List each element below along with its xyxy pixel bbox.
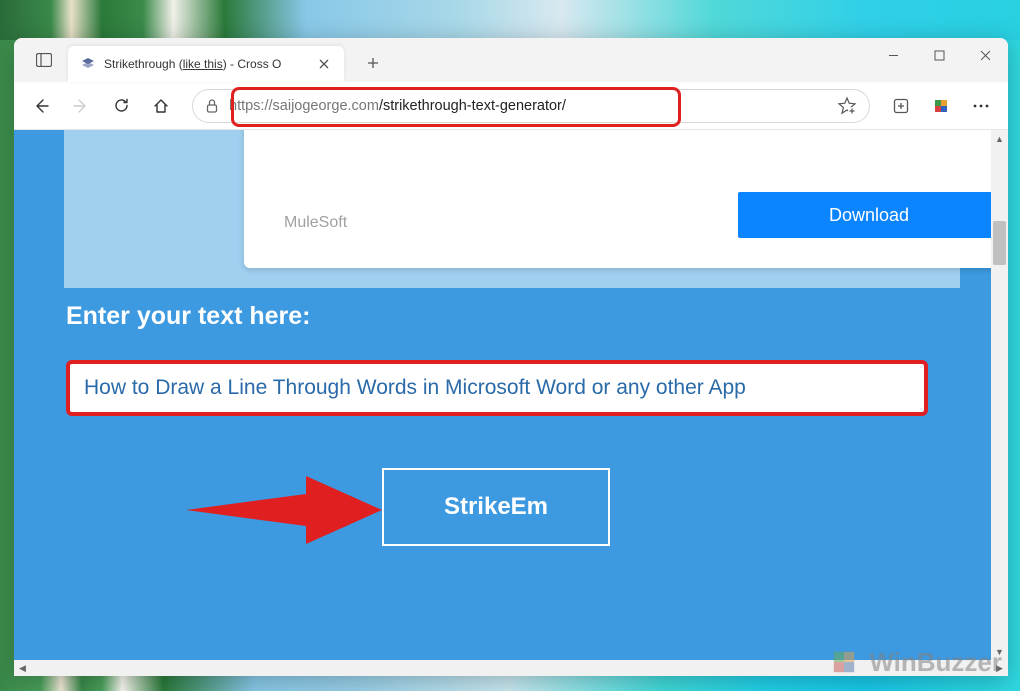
toolbar: https://saijogeorge.com/strikethrough-te… (14, 82, 1008, 130)
scroll-down-icon[interactable]: ▼ (991, 643, 1008, 660)
ad-card: MuleSoft Download (244, 130, 991, 268)
scroll-up-icon[interactable]: ▲ (991, 130, 1008, 147)
menu-button[interactable] (964, 89, 998, 123)
forward-button[interactable] (64, 89, 98, 123)
window-controls (870, 38, 1008, 72)
tab-close-button[interactable] (314, 54, 334, 74)
home-button[interactable] (144, 89, 178, 123)
ad-download-button[interactable]: Download (738, 192, 991, 238)
input-label: Enter your text here: (66, 302, 311, 331)
tab-title: Strikethrough (like this) - Cross O (104, 57, 310, 71)
vertical-scrollbar[interactable]: ▲ ▼ (991, 130, 1008, 660)
browser-tab[interactable]: Strikethrough (like this) - Cross O (68, 46, 344, 82)
close-window-button[interactable] (962, 38, 1008, 72)
refresh-button[interactable] (104, 89, 138, 123)
back-button[interactable] (24, 89, 58, 123)
favorite-button[interactable] (837, 96, 857, 116)
webpage: MuleSoft Download Enter your text here: … (14, 130, 991, 660)
tab-favicon-icon (80, 56, 96, 72)
strikeem-button[interactable]: StrikeEm (382, 468, 610, 546)
url-text: https://saijogeorge.com/strikethrough-te… (229, 98, 566, 114)
collections-button[interactable] (884, 89, 918, 123)
titlebar: Strikethrough (like this) - Cross O (14, 38, 1008, 82)
tab-actions-button[interactable] (20, 38, 68, 82)
annotation-arrow-icon (186, 474, 386, 546)
maximize-button[interactable] (916, 38, 962, 72)
text-input-highlight (66, 360, 928, 416)
ad-container: MuleSoft Download (64, 130, 960, 288)
content-area: MuleSoft Download Enter your text here: … (14, 130, 1008, 676)
address-bar[interactable]: https://saijogeorge.com/strikethrough-te… (192, 89, 870, 123)
scroll-right-icon[interactable]: ▶ (991, 660, 1008, 676)
new-tab-button[interactable] (356, 46, 390, 80)
extension-icon[interactable] (924, 89, 958, 123)
text-input[interactable] (84, 376, 910, 400)
minimize-button[interactable] (870, 38, 916, 72)
scrollbar-thumb[interactable] (993, 221, 1006, 265)
horizontal-scrollbar[interactable]: ◀ ▶ (14, 660, 1008, 676)
ad-brand-label: MuleSoft (284, 214, 347, 232)
lock-icon (205, 98, 219, 114)
scroll-left-icon[interactable]: ◀ (14, 660, 31, 676)
browser-window: Strikethrough (like this) - Cross O (14, 38, 1008, 676)
